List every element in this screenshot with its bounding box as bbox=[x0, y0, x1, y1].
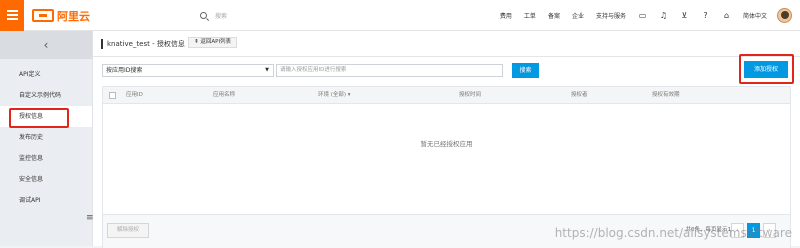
column-app-id: 应用ID bbox=[126, 87, 143, 104]
search-icon bbox=[200, 12, 207, 19]
app-id-search-input[interactable]: 请输入授权应用ID进行搜索 bbox=[276, 64, 503, 77]
revoke-authorization-button[interactable]: 解除授权 bbox=[107, 223, 149, 238]
empty-state-text: 暂无已经授权应用 bbox=[103, 104, 790, 184]
highlight-box-sidebar bbox=[9, 108, 69, 128]
bell-icon[interactable]: ♫ bbox=[659, 11, 668, 20]
terminal-icon[interactable]: ▭ bbox=[638, 11, 647, 20]
page-title: knative_test - 授权信息 bbox=[107, 39, 185, 49]
sidebar-item-custom-sample-code[interactable]: 自定义示例代码 bbox=[0, 85, 92, 106]
sidebar-item-release-history[interactable]: 发布历史 bbox=[0, 127, 92, 148]
search-placeholder: 搜索 bbox=[215, 11, 227, 20]
column-authorizer: 授权者 bbox=[571, 87, 588, 104]
back-to-api-list-button[interactable]: ⇞ 返回API列表 bbox=[188, 37, 237, 48]
nav-enterprise[interactable]: 企业 bbox=[572, 11, 584, 20]
sidebar-item-api-definition[interactable]: API定义 bbox=[0, 64, 92, 85]
sidebar-item-debug-api[interactable]: 调试API bbox=[0, 190, 92, 211]
sidebar-collapse-icon[interactable]: ≡ bbox=[86, 211, 93, 225]
main-content: knative_test - 授权信息 ⇞ 返回API列表 按应用ID搜索 ▼ … bbox=[93, 31, 800, 246]
sidebar-back-button[interactable]: ‹ bbox=[0, 31, 92, 59]
nav-support[interactable]: 支持与服务 bbox=[596, 11, 626, 20]
nav-fees[interactable]: 费用 bbox=[500, 11, 512, 20]
back-to-api-list-label: 返回API列表 bbox=[200, 39, 231, 45]
language-switch[interactable]: 简体中文 bbox=[743, 11, 767, 20]
chevron-left-icon: ‹ bbox=[44, 38, 49, 52]
table-header: 应用ID 应用名称 环境 (全部) ▾ 授权时间 授权者 授权有效期 bbox=[103, 87, 790, 104]
aliyun-logo[interactable]: 阿里云 bbox=[32, 8, 90, 23]
select-all-checkbox[interactable] bbox=[109, 92, 116, 99]
avatar[interactable] bbox=[777, 8, 792, 23]
nav-ticket[interactable]: 工单 bbox=[524, 11, 536, 20]
top-nav: 费用 工单 备案 企业 支持与服务 ▭ ♫ ⊻ ? ⌂ 简体中文 bbox=[494, 0, 800, 31]
search-type-select[interactable]: 按应用ID搜索 ▼ bbox=[102, 64, 274, 77]
column-app-name: 应用名称 bbox=[213, 87, 235, 104]
title-marker bbox=[101, 39, 103, 49]
caret-down-icon: ▼ bbox=[265, 65, 269, 76]
cart-icon[interactable]: ⊻ bbox=[680, 11, 689, 20]
sidebar: ‹ API定义 自定义示例代码 授权信息 发布历史 监控信息 安全信息 调试AP… bbox=[0, 31, 93, 246]
help-icon[interactable]: ? bbox=[701, 11, 710, 20]
nav-filing[interactable]: 备案 bbox=[548, 11, 560, 20]
watermark: https://blog.csdn.net/alisystemsoftware bbox=[555, 226, 792, 240]
search-button[interactable]: 搜索 bbox=[512, 63, 539, 78]
column-environment[interactable]: 环境 (全部) ▾ bbox=[318, 87, 351, 104]
aliyun-logo-icon bbox=[32, 9, 54, 22]
column-auth-time: 授权时间 bbox=[459, 87, 481, 104]
logo-text: 阿里云 bbox=[57, 8, 90, 24]
top-bar: 阿里云 搜索 费用 工单 备案 企业 支持与服务 ▭ ♫ ⊻ ? ⌂ 简体中文 bbox=[0, 0, 800, 31]
home-icon[interactable]: ⌂ bbox=[722, 11, 731, 20]
highlight-box-add-button bbox=[739, 54, 794, 84]
search-type-value: 按应用ID搜索 bbox=[106, 67, 142, 74]
page-header: knative_test - 授权信息 ⇞ 返回API列表 bbox=[93, 31, 800, 57]
column-validity: 授权有效期 bbox=[652, 87, 680, 104]
sidebar-item-monitoring[interactable]: 监控信息 bbox=[0, 148, 92, 169]
menu-icon[interactable] bbox=[0, 0, 24, 31]
global-search[interactable]: 搜索 bbox=[200, 8, 460, 23]
sidebar-item-security[interactable]: 安全信息 bbox=[0, 169, 92, 190]
authorization-table: 应用ID 应用名称 环境 (全部) ▾ 授权时间 授权者 授权有效期 暂无已经授… bbox=[102, 86, 791, 248]
